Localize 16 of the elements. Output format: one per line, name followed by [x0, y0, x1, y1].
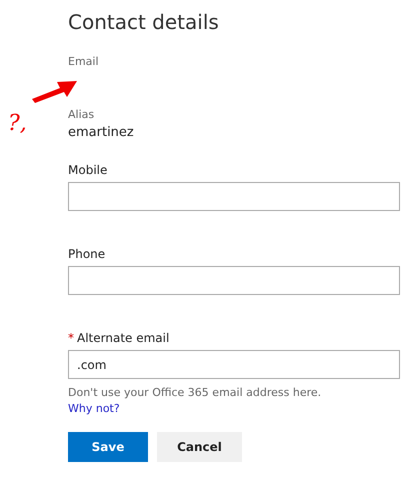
- why-not-link[interactable]: Why not?: [68, 401, 120, 417]
- input-field[interactable]: .com: [68, 350, 400, 379]
- handwritten-mark: ?,: [8, 112, 27, 136]
- input-field[interactable]: [68, 182, 400, 211]
- field-label: Alias: [68, 108, 94, 122]
- field-label: Mobile: [68, 162, 108, 178]
- field-label: Email: [68, 55, 99, 69]
- save-button[interactable]: Save: [68, 432, 148, 462]
- required-asterisk: *: [68, 330, 74, 346]
- cancel-button[interactable]: Cancel: [157, 432, 242, 462]
- input-field[interactable]: [68, 266, 400, 295]
- alias-value: emartinez: [68, 124, 134, 141]
- page-title: Contact details: [68, 9, 220, 36]
- field-label: Phone: [68, 246, 106, 262]
- help-text: Don't use your Office 365 email address here.: [68, 385, 322, 401]
- field-label: Alternate email: [77, 330, 170, 346]
